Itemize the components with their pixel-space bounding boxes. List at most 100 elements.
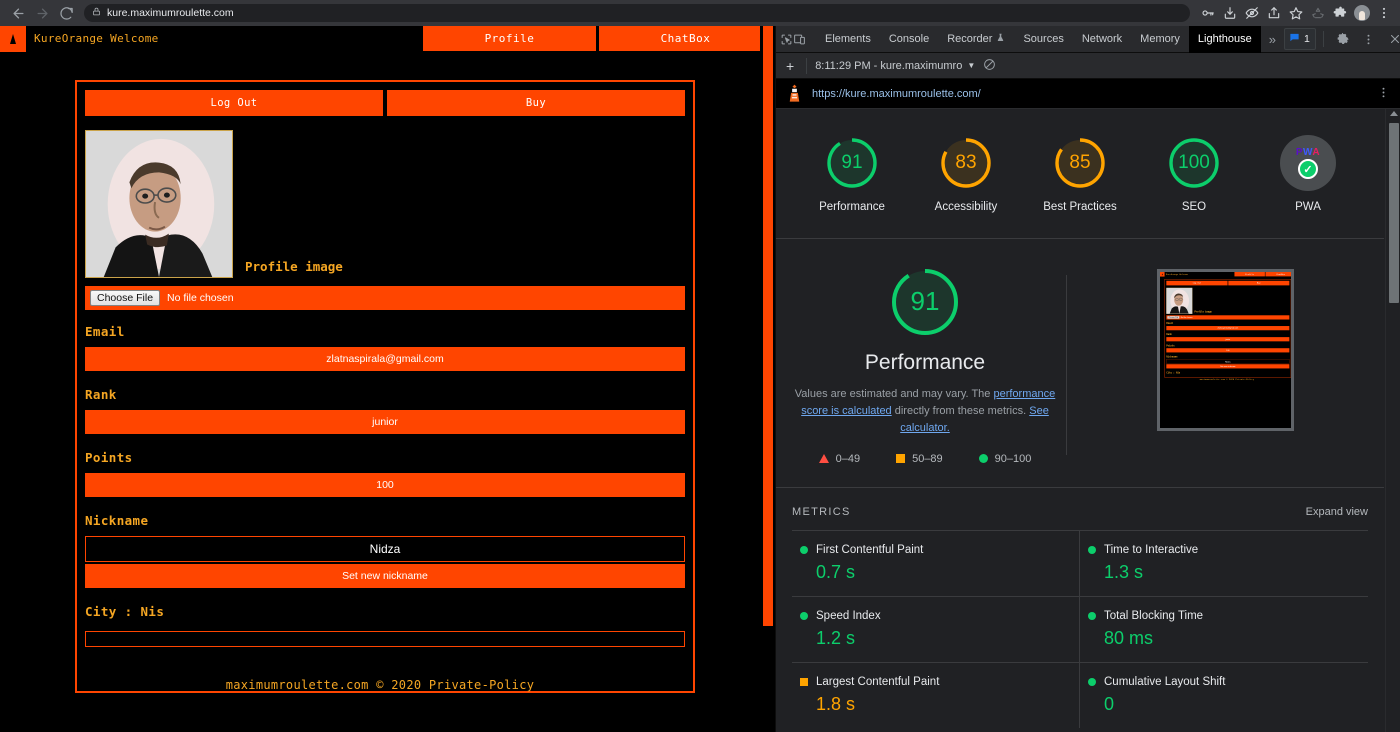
log-out-button[interactable]: Log Out: [85, 90, 383, 116]
forward-arrow-icon[interactable]: [30, 1, 54, 25]
pwa-word-label: PWA: [1295, 147, 1321, 158]
close-icon[interactable]: [1383, 28, 1400, 50]
gauge-pwa[interactable]: PWA ✓ PWA: [1269, 135, 1347, 216]
address-bar[interactable]: kure.maximumroulette.com: [84, 4, 1190, 22]
metric-time-to-interactive[interactable]: Time to Interactive 1.3 s: [1080, 529, 1368, 596]
lighthouse-audited-url: https://kure.maximumroulette.com/: [812, 87, 981, 100]
chrome-menu-icon[interactable]: [1374, 3, 1394, 23]
devtools-tabbar: Elements Console Recorder Sources Networ…: [776, 25, 1400, 53]
chevron-down-icon: ▼: [967, 61, 976, 70]
thumb-choose-file: Choose File: [1167, 315, 1180, 319]
gauge-best-practices[interactable]: 85 Best Practices: [1041, 135, 1119, 216]
metric-value: 80 ms: [1104, 627, 1154, 648]
final-screenshot-content: KureOrange Welcome Profile ChatBox Log O…: [1160, 271, 1291, 382]
kebab-menu-icon[interactable]: [1357, 28, 1381, 50]
page-scrollbar[interactable]: [760, 26, 775, 732]
city-input[interactable]: [85, 631, 685, 647]
thumb-log-out: Log Out: [1166, 280, 1228, 285]
reload-icon[interactable]: [54, 1, 78, 25]
no-entry-icon[interactable]: [983, 58, 996, 74]
page-scrollbar-thumb[interactable]: [763, 26, 773, 626]
site-header: KureOrange Welcome Profile ChatBox: [0, 26, 775, 52]
tab-recorder[interactable]: Recorder: [938, 26, 1014, 53]
performance-description: Values are estimated and may vary. The p…: [784, 386, 1066, 437]
inspect-element-icon[interactable]: [780, 28, 793, 50]
tab-memory[interactable]: Memory: [1131, 26, 1189, 53]
browser-action-icons: [1198, 3, 1394, 23]
gauge-performance[interactable]: 91 Performance: [813, 135, 891, 216]
perf-desc-part2: directly from these metrics.: [891, 404, 1030, 417]
metrics-section: METRICS Expand view First Contentful Pai…: [776, 487, 1384, 732]
tab-network[interactable]: Network: [1073, 26, 1131, 53]
metrics-title: METRICS: [792, 505, 851, 518]
tab-console[interactable]: Console: [880, 26, 938, 53]
lock-icon: [92, 4, 101, 22]
thumb-buy: Buy: [1228, 280, 1290, 285]
tab-sources[interactable]: Sources: [1014, 26, 1072, 53]
plus-icon[interactable]: +: [782, 58, 798, 74]
thumb-nickname-label: Nickname: [1166, 354, 1178, 358]
device-toolbar-icon[interactable]: [793, 28, 806, 50]
gauge-accessibility[interactable]: 83 Accessibility: [927, 135, 1005, 216]
choose-file-button[interactable]: Choose File: [90, 290, 161, 306]
tab-recorder-label: Recorder: [947, 33, 993, 45]
metric-name: Largest Contentful Paint: [816, 675, 940, 688]
message-count-badge[interactable]: 1: [1283, 28, 1316, 50]
devtools-scrollbar-thumb[interactable]: [1389, 123, 1399, 303]
back-arrow-icon[interactable]: [6, 1, 30, 25]
metric-cumulative-layout-shift[interactable]: Cumulative Layout Shift 0: [1080, 661, 1368, 728]
tab-lighthouse[interactable]: Lighthouse: [1188, 25, 1261, 53]
thumb-nickname-input: Nidza: [1166, 358, 1290, 364]
site-footer: maximumroulette.com © 2020 Private-Polic…: [225, 678, 535, 692]
expand-view-button[interactable]: Expand view: [1306, 506, 1368, 518]
legend-pass-range: 90–100: [994, 452, 1032, 465]
nickname-input[interactable]: Nidza: [85, 536, 685, 562]
devtools-scrollbar[interactable]: [1385, 109, 1400, 732]
install-icon[interactable]: [1220, 3, 1240, 23]
eye-off-icon[interactable]: [1242, 3, 1262, 23]
thumb-city-label: City : Nis: [1166, 370, 1181, 374]
thumb-caption: Profile image: [1194, 310, 1212, 313]
lighthouse-run-selector[interactable]: 8:11:29 PM - kure.maximumro ▼: [815, 60, 975, 72]
nickname-input-wrap: Nidza: [85, 536, 685, 562]
scroll-up-arrow-icon[interactable]: [1390, 111, 1398, 116]
url-kebab-menu-icon[interactable]: [1377, 86, 1390, 102]
site-title: KureOrange Welcome: [34, 32, 159, 45]
nav-profile-button[interactable]: Profile: [423, 26, 596, 51]
recycle-icon[interactable]: [1308, 3, 1328, 23]
legend-fail: 0–49: [818, 453, 860, 465]
share-icon[interactable]: [1264, 3, 1284, 23]
file-upload-row[interactable]: Choose File No file chosen: [85, 286, 685, 310]
tab-elements[interactable]: Elements: [816, 26, 880, 53]
status-dot-pass: [1088, 545, 1096, 554]
triangle-icon: [818, 454, 829, 464]
message-icon: [1289, 30, 1300, 48]
metric-value: 1.2 s: [816, 627, 856, 648]
set-new-nickname-button[interactable]: Set new nickname: [85, 564, 685, 588]
thumb-nav-profile: Profile: [1234, 271, 1265, 276]
gauge-seo[interactable]: 100 SEO: [1155, 135, 1233, 216]
thumb-rank-value: junior: [1166, 336, 1290, 341]
lighthouse-report-scroll: 91 Performance 83 Accessibility 85 Best …: [776, 109, 1400, 732]
thumb-site-title: KureOrange Welcome: [1165, 272, 1188, 275]
message-count: 1: [1303, 33, 1310, 45]
metric-first-contentful-paint[interactable]: First Contentful Paint 0.7 s: [792, 529, 1080, 596]
metric-largest-contentful-paint[interactable]: Largest Contentful Paint 1.8 s: [792, 661, 1080, 728]
star-icon[interactable]: [1286, 3, 1306, 23]
buy-button[interactable]: Buy: [387, 90, 685, 116]
perf-desc-part1: Values are estimated and may vary. The: [794, 387, 994, 400]
key-icon[interactable]: [1198, 3, 1218, 23]
square-icon: [896, 454, 906, 464]
nav-chatbox-button[interactable]: ChatBox: [599, 26, 772, 51]
metric-speed-index[interactable]: Speed Index 1.2 s: [792, 595, 1080, 662]
gear-icon[interactable]: [1331, 28, 1355, 50]
metric-value: 1.8 s: [816, 693, 856, 714]
gauge-score-accessibility: 83: [955, 152, 977, 173]
profile-avatar-icon[interactable]: [1352, 3, 1372, 23]
metric-total-blocking-time[interactable]: Total Blocking Time 80 ms: [1080, 595, 1368, 662]
thumb-email-label: Email: [1166, 321, 1174, 325]
nickname-label: Nickname: [85, 513, 149, 528]
extensions-icon[interactable]: [1330, 3, 1350, 23]
tab-overflow-button[interactable]: »: [1261, 32, 1284, 47]
points-value: 100: [85, 473, 685, 497]
